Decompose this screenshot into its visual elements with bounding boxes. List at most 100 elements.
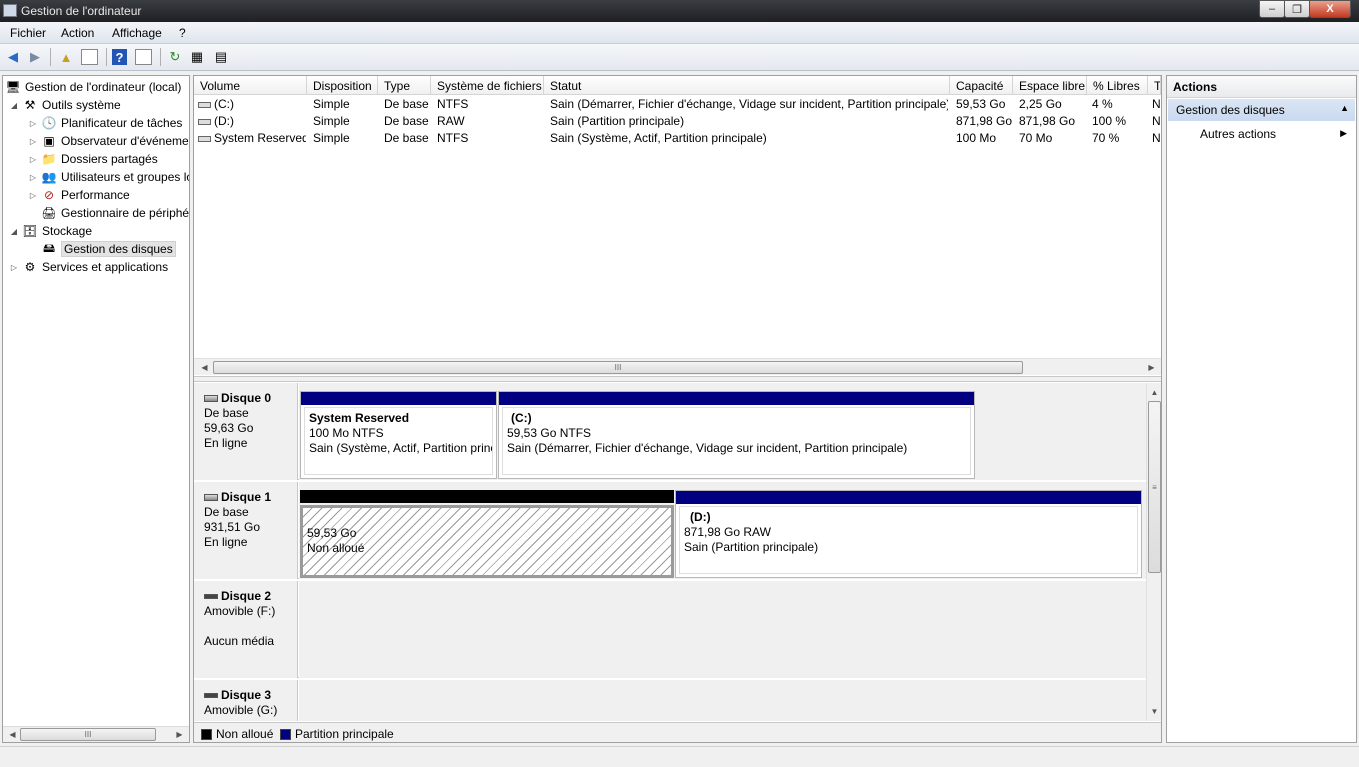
maximize-button[interactable]: ❐ (1284, 0, 1310, 18)
main-pane: Volume Disposition Type Système de fichi… (193, 75, 1162, 743)
col-disposition[interactable]: Disposition (307, 76, 378, 95)
actions-title: Actions (1167, 76, 1356, 98)
tree-item-utilisateurs[interactable]: ▷ 👥 Utilisateurs et groupes locaux (28, 168, 189, 186)
col-statut[interactable]: Statut (544, 76, 950, 95)
partition-system-reserved[interactable]: System Reserved 100 Mo NTFS Sain (Systèm… (300, 391, 497, 479)
storage-icon: 🗄 (22, 224, 38, 238)
collapse-up-icon[interactable]: ▲ (1340, 103, 1349, 113)
up-folder-icon[interactable]: ▲ (57, 48, 75, 66)
tree-item-dossiers[interactable]: ▷ 📁 Dossiers partagés (28, 150, 158, 168)
col-tolerance[interactable]: Tolérance de panne (1148, 76, 1161, 95)
removable-disk-icon (204, 693, 218, 699)
menu-action[interactable]: Action (61, 26, 94, 40)
title-bar: Gestion de l'ordinateur – ❐ X (0, 0, 1359, 22)
removable-disk-icon (204, 594, 218, 600)
expand-arrow-icon[interactable]: ▷ (28, 137, 38, 146)
scrollbar-thumb[interactable]: III (213, 361, 1023, 374)
scroll-left-icon[interactable]: ◀ (5, 727, 20, 742)
disk-row: Disque 2 Amovible (F:) Aucun média (194, 581, 1146, 678)
show-hide-tree-icon[interactable] (81, 49, 98, 65)
table-row[interactable]: (C:) Simple De base NTFS Sain (Démarrer,… (194, 96, 1161, 113)
tree-item-planificateur[interactable]: ▷ 🕓 Planificateur de tâches (28, 114, 182, 132)
disk-label[interactable]: Disque 2 Amovible (F:) Aucun média (194, 581, 298, 678)
performance-icon: ⊘ (43, 188, 55, 202)
forward-arrow-icon[interactable]: ▶ (26, 48, 44, 66)
scroll-right-icon[interactable]: ▶ (172, 727, 187, 742)
disk-view-vertical-scrollbar[interactable]: ▲ ≡ ▼ (1146, 383, 1161, 721)
col-espace-libre[interactable]: Espace libre (1013, 76, 1087, 95)
expand-arrow-icon[interactable]: ▷ (28, 119, 38, 128)
expand-arrow-icon[interactable]: ▷ (28, 155, 38, 164)
scroll-left-icon[interactable]: ◀ (197, 360, 212, 375)
legend-primary: Partition principale (280, 727, 394, 741)
pane-splitter[interactable] (194, 376, 1161, 382)
tree-item-gestionnaire[interactable]: 🖨 Gestionnaire de périphériques (41, 204, 189, 222)
col-type[interactable]: Type (378, 76, 431, 95)
collapse-arrow-icon[interactable]: ◢ (9, 227, 19, 236)
disk-management-icon: 🖴 (42, 240, 56, 255)
menu-affichage[interactable]: Affichage (112, 26, 162, 40)
tree-item-observateur[interactable]: ▷ ▣ Observateur d'événements (28, 132, 189, 150)
disk-label[interactable]: Disque 3 Amovible (G:) (194, 680, 298, 721)
menu-help[interactable]: ? (179, 26, 186, 40)
help-icon[interactable]: ? (112, 49, 127, 65)
tree-item-services[interactable]: ▷ ⚙ Services et applications (9, 258, 168, 276)
col-filesystem[interactable]: Système de fichiers (431, 76, 544, 95)
services-icon: ⚙ (24, 260, 36, 274)
scrollbar-thumb[interactable]: III (20, 728, 156, 741)
table-row[interactable]: (D:) Simple De base RAW Sain (Partition … (194, 113, 1161, 130)
volume-list-header: Volume Disposition Type Système de fichi… (194, 76, 1161, 95)
expand-arrow-icon[interactable]: ▷ (28, 191, 38, 200)
clock-icon: 🕓 (41, 116, 57, 130)
menu-fichier[interactable]: Fichier (10, 26, 46, 40)
export-list-icon[interactable]: ▤ (212, 48, 230, 66)
tree-item-outils[interactable]: ◢ ⚒ Outils système (9, 96, 121, 114)
scroll-up-icon[interactable]: ▲ (1147, 385, 1161, 400)
refresh-icon[interactable]: ↻ (166, 48, 184, 66)
close-button[interactable]: X (1309, 0, 1351, 18)
scrollbar-thumb[interactable]: ≡ (1148, 401, 1161, 573)
menu-bar: Fichier Action Affichage ? (0, 22, 1359, 44)
disk-label[interactable]: Disque 1 De base 931,51 Go En ligne (194, 482, 298, 579)
expand-arrow-icon[interactable]: ▷ (28, 173, 38, 182)
legend-bar: Non alloué Partition principale (194, 722, 1161, 742)
users-icon: 👥 (41, 170, 57, 184)
computer-icon: 🖥 (5, 80, 21, 94)
actions-pane: Actions Gestion des disques ▲ Autres act… (1166, 75, 1357, 743)
scroll-down-icon[interactable]: ▼ (1147, 704, 1161, 719)
partition-c[interactable]: (C:) 59,53 Go NTFS Sain (Démarrer, Fichi… (498, 391, 975, 479)
partition-unallocated[interactable]: 59,53 Go Non alloué (300, 490, 674, 578)
tree-horizontal-scrollbar[interactable]: ◀ III ▶ (3, 726, 189, 742)
tree-item-performance[interactable]: ▷ ⊘ Performance (28, 186, 130, 204)
hard-disk-icon (204, 395, 218, 403)
hard-disk-icon (204, 494, 218, 502)
console-tree: 🖥 Gestion de l'ordinateur (local) ◢ ⚒ Ou… (2, 75, 190, 743)
legend-swatch (280, 728, 291, 740)
submenu-arrow-icon: ▶ (1340, 128, 1347, 138)
tools-icon: ⚒ (24, 98, 36, 112)
shared-folder-icon: 📁 (41, 152, 57, 166)
disk-graphical-view: Disque 0 De base 59,63 Go En ligne Syste… (194, 383, 1146, 721)
action-autres-actions[interactable]: Autres actions ▶ (1168, 123, 1355, 143)
show-hide-action-pane-icon[interactable] (135, 49, 152, 65)
tree-item-gestion-disques[interactable]: 🖴 Gestion des disques (41, 240, 176, 258)
expand-arrow-icon[interactable]: ▷ (9, 263, 19, 272)
back-arrow-icon[interactable]: ◀ (4, 48, 22, 66)
table-row[interactable]: System Reserved Simple De base NTFS Sain… (194, 130, 1161, 147)
col-pct-libres[interactable]: % Libres (1087, 76, 1148, 95)
minimize-button[interactable]: – (1259, 0, 1285, 18)
partition-d[interactable]: (D:) 871,98 Go RAW Sain (Partition princ… (675, 490, 1142, 578)
collapse-arrow-icon[interactable]: ◢ (9, 101, 19, 110)
drive-icon (198, 102, 211, 108)
actions-section-gestion-disques[interactable]: Gestion des disques ▲ (1168, 99, 1355, 121)
disk-label[interactable]: Disque 0 De base 59,63 Go En ligne (194, 383, 298, 480)
scroll-right-icon[interactable]: ▶ (1144, 360, 1159, 375)
window-title: Gestion de l'ordinateur (21, 4, 142, 18)
col-volume[interactable]: Volume (194, 76, 307, 95)
properties-icon[interactable]: ▦ (188, 48, 206, 66)
tree-item-stockage[interactable]: ◢ 🗄 Stockage (9, 222, 92, 240)
drive-icon (198, 119, 211, 125)
tree-item-root[interactable]: 🖥 Gestion de l'ordinateur (local) (5, 78, 181, 96)
volume-list-horizontal-scrollbar[interactable]: ◀ III ▶ (194, 358, 1161, 375)
col-capacite[interactable]: Capacité (950, 76, 1013, 95)
